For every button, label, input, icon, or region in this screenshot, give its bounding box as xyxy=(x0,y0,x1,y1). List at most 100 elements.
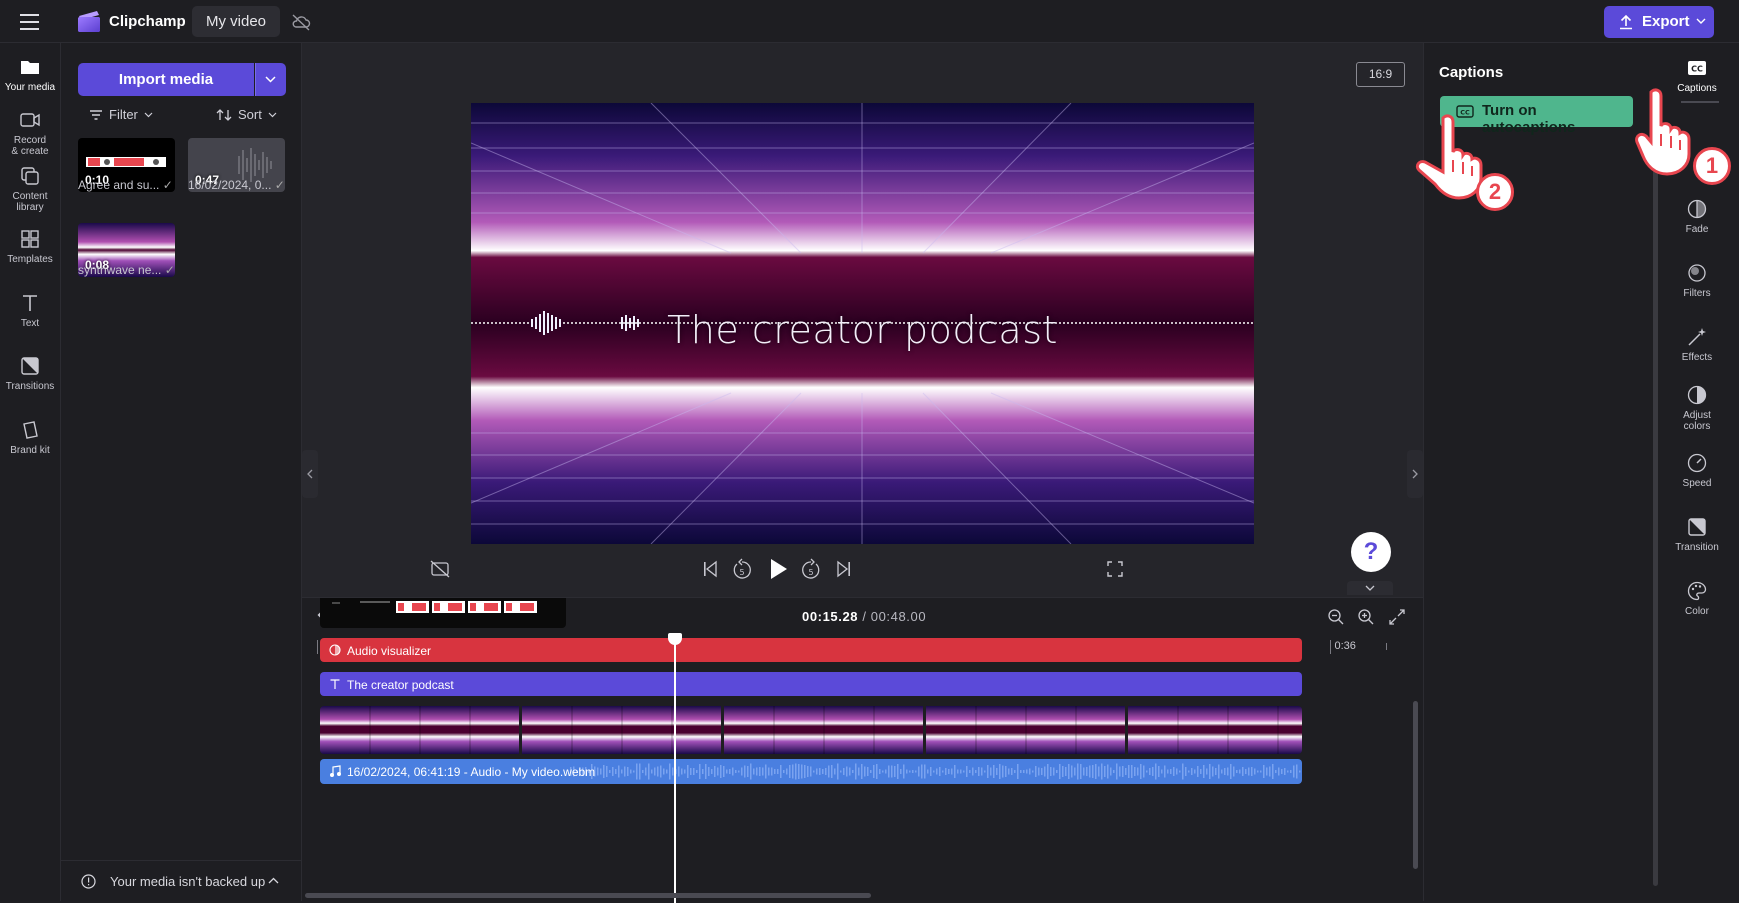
rewind-5-icon[interactable]: 5 xyxy=(732,558,752,580)
nav-label: Text xyxy=(20,318,40,329)
export-button[interactable]: Export xyxy=(1604,6,1714,38)
video-caption-text: The creator podcast xyxy=(667,308,1058,352)
nav-record-create[interactable]: Record & create xyxy=(0,109,60,157)
track-text[interactable]: The creator podcast xyxy=(320,672,1302,696)
step-badge-2: 2 xyxy=(1476,173,1514,211)
top-bar: Clipchamp My video Export xyxy=(0,0,1739,43)
adjust-colors-icon xyxy=(1686,384,1708,406)
templates-icon xyxy=(19,228,41,250)
brand-kit-icon xyxy=(19,419,41,441)
nav-your-media[interactable]: Your media xyxy=(0,56,60,93)
nav-brand-kit[interactable]: Brand kit xyxy=(0,419,60,456)
backup-status-bar[interactable]: Your media isn't backed up xyxy=(61,860,301,901)
hamburger-menu-icon[interactable] xyxy=(18,11,42,33)
pointing-hand-icon xyxy=(1633,86,1693,176)
rnav-filters[interactable]: Filters xyxy=(1663,262,1731,299)
panel-scrollbar[interactable] xyxy=(1653,96,1658,886)
timeline-vertical-scrollbar[interactable] xyxy=(1413,701,1418,869)
fade-icon xyxy=(1686,198,1708,220)
timecode: 00:15.28 / 00:48.00 xyxy=(802,609,926,624)
svg-text:CC: CC xyxy=(1691,65,1703,74)
skip-forward-icon[interactable] xyxy=(836,560,852,578)
total-time: 00:48.00 xyxy=(870,609,927,624)
upload-icon xyxy=(1618,14,1634,30)
help-button[interactable]: ? xyxy=(1351,532,1391,572)
sort-icon xyxy=(216,108,232,122)
nav-content-library[interactable]: Content library xyxy=(0,165,60,213)
step-badge-1: 1 xyxy=(1693,147,1731,185)
media-panel: Import media Filter Sort 0:10 Agree and … xyxy=(61,43,302,901)
info-icon xyxy=(81,874,96,889)
video-clip-intro[interactable] xyxy=(320,598,566,628)
export-label: Export xyxy=(1642,13,1690,30)
filter-button[interactable]: Filter xyxy=(89,107,153,122)
effects-wand-icon xyxy=(1686,326,1708,348)
media-item-caption: Agree and su... ✓ xyxy=(78,178,173,192)
left-navigation: Your media Record & create Content libra… xyxy=(0,43,61,901)
nav-label: Content library xyxy=(12,191,48,213)
cc-icon: CC xyxy=(1686,57,1708,79)
ruler-minor-tick xyxy=(1385,643,1387,650)
rnav-fade[interactable]: Fade xyxy=(1663,198,1731,235)
track-video-synthwave[interactable] xyxy=(320,706,1302,754)
rnav-label: Adjust colors xyxy=(1683,410,1711,432)
media-item-caption: synthwave ne... ✓ xyxy=(78,263,175,277)
timeline: 00:15.28 / 00:48.00 00:040:080:120:160:2… xyxy=(302,597,1423,903)
track-label: The creator podcast xyxy=(347,678,454,692)
nav-label: Brand kit xyxy=(10,445,50,456)
backup-text: Your media isn't backed up xyxy=(110,874,266,889)
nav-label: Transitions xyxy=(5,381,55,392)
aspect-ratio-button[interactable]: 16:9 xyxy=(1356,62,1405,87)
project-title[interactable]: My video xyxy=(192,6,281,37)
text-icon xyxy=(329,678,341,690)
filter-label: Filter xyxy=(109,107,138,122)
check-icon: ✓ xyxy=(274,178,285,192)
import-options-button[interactable] xyxy=(255,63,286,96)
rnav-color[interactable]: Color xyxy=(1663,580,1731,617)
import-media-button[interactable]: Import media xyxy=(78,63,254,96)
sort-button[interactable]: Sort xyxy=(216,107,277,122)
playhead[interactable] xyxy=(674,633,676,903)
collapse-left-panel-button[interactable] xyxy=(302,450,318,498)
nav-templates[interactable]: Templates xyxy=(0,228,60,265)
panel-title: Captions xyxy=(1439,64,1504,81)
video-preview[interactable]: The creator podcast xyxy=(471,103,1254,544)
check-icon: ✓ xyxy=(164,263,175,277)
rnav-effects[interactable]: Effects xyxy=(1663,326,1731,363)
nav-transitions[interactable]: Transitions xyxy=(0,355,60,392)
forward-5-icon[interactable]: 5 xyxy=(801,558,821,580)
fit-timeline-icon[interactable] xyxy=(1388,608,1406,626)
transitions-icon xyxy=(19,355,41,377)
folder-icon xyxy=(19,56,41,78)
nav-label: Templates xyxy=(7,254,53,265)
media-item-caption: 16/02/2024, 0... ✓ xyxy=(188,178,285,192)
rnav-label: Filters xyxy=(1683,288,1711,299)
cloud-off-icon[interactable] xyxy=(291,13,311,31)
collapse-preview-button[interactable] xyxy=(1347,581,1393,595)
current-time: 00:15.28 xyxy=(802,609,859,624)
rnav-transition[interactable]: Transition xyxy=(1663,516,1731,553)
captions-off-icon[interactable] xyxy=(430,560,450,578)
play-icon[interactable] xyxy=(767,557,789,581)
nav-label: Your media xyxy=(4,82,56,93)
rnav-adjust-colors[interactable]: Adjust colors xyxy=(1663,384,1731,432)
nav-label: Record & create xyxy=(11,135,49,157)
timeline-horizontal-scrollbar[interactable] xyxy=(305,893,871,898)
chevron-up-icon xyxy=(268,877,279,884)
track-audio-visualizer[interactable]: Audio visualizer xyxy=(320,638,1302,662)
zoom-out-icon[interactable] xyxy=(1327,608,1345,626)
collapse-right-panel-button[interactable] xyxy=(1407,450,1423,498)
track-audio[interactable]: 16/02/2024, 06:41:19 - Audio - My video.… xyxy=(320,759,1302,784)
palette-icon xyxy=(1686,580,1708,602)
nav-text[interactable]: Text xyxy=(0,292,60,329)
fullscreen-icon[interactable] xyxy=(1106,560,1124,578)
rnav-label: Fade xyxy=(1685,224,1709,235)
visualizer-icon xyxy=(329,644,341,656)
transition-icon xyxy=(1686,516,1708,538)
rnav-speed[interactable]: Speed xyxy=(1663,452,1731,489)
content-library-icon xyxy=(19,165,41,187)
skip-back-icon[interactable] xyxy=(702,560,718,578)
clipchamp-logo-icon xyxy=(77,10,102,33)
filters-icon xyxy=(1686,262,1708,284)
zoom-in-icon[interactable] xyxy=(1357,608,1375,626)
